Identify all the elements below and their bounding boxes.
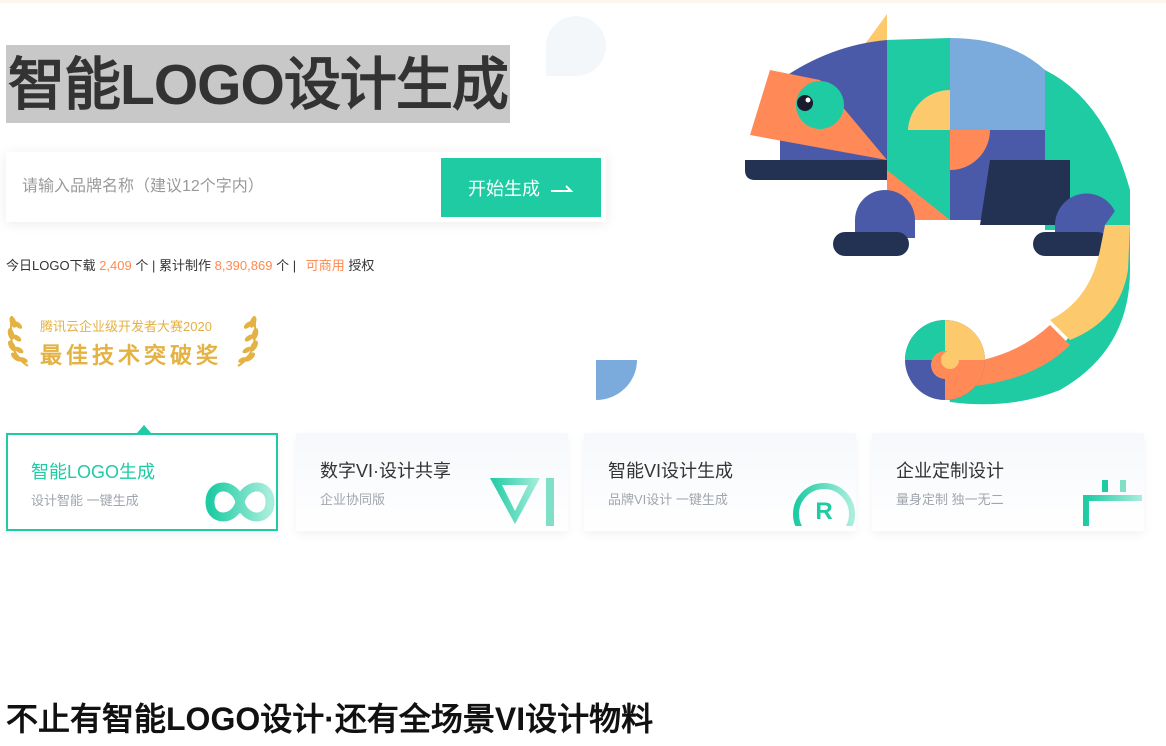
infinity-icon xyxy=(190,472,276,529)
chameleon-illustration xyxy=(740,10,1140,415)
section-title: 不止有智能LOGO设计·还有全场景VI设计物料 xyxy=(6,701,654,737)
arrow-right-icon xyxy=(550,183,574,193)
top-accent-line xyxy=(0,0,1166,3)
card-custom-design[interactable]: 企业定制设计 量身定制 独一无二 xyxy=(872,433,1144,531)
commercial-use-link[interactable]: 可商用 xyxy=(306,258,345,273)
stats-unit-1: 个 | 累计制作 xyxy=(135,258,211,273)
start-generate-button[interactable]: 开始生成 xyxy=(441,158,601,217)
card-title: 企业定制设计 xyxy=(896,461,1004,481)
decorative-quarter-circle xyxy=(596,360,638,405)
award-subtitle: 腾讯云企业级开发者大赛2020 xyxy=(40,319,212,334)
search-box: 开始生成 xyxy=(6,152,606,222)
start-generate-label: 开始生成 xyxy=(468,178,540,199)
download-label: 今日LOGO下载 xyxy=(6,258,96,273)
card-subtitle: 品牌VI设计 一键生成 xyxy=(608,492,728,507)
brand-name-input[interactable] xyxy=(6,152,426,222)
award-badge: 腾讯云企业级开发者大赛2020 最佳技术突破奖 xyxy=(6,310,266,370)
stats-unit-2: 个 | xyxy=(276,258,297,273)
card-subtitle: 量身定制 独一无二 xyxy=(896,492,1004,507)
card-title: 智能LOGO生成 xyxy=(31,462,156,482)
laurel-right-icon xyxy=(234,312,260,373)
card-smart-logo[interactable]: 智能LOGO生成 设计智能 一键生成 xyxy=(6,433,278,531)
award-title: 最佳技术突破奖 xyxy=(40,343,223,368)
card-subtitle: 设计智能 一键生成 xyxy=(31,493,139,508)
card-subtitle: 企业协同版 xyxy=(320,492,386,507)
stats-line: 今日LOGO下载 2,409 个 | 累计制作 8,390,869 个 | 可商… xyxy=(6,255,374,274)
card-title: 数字VI·设计共享 xyxy=(320,461,452,481)
card-title: 智能VI设计生成 xyxy=(608,461,734,481)
laurel-left-icon xyxy=(6,312,32,373)
page-title: 智能LOGO设计生成 xyxy=(6,45,510,123)
card-digital-vi[interactable]: 数字VI·设计共享 企业协同版 xyxy=(296,433,568,531)
registered-icon: R xyxy=(786,474,856,531)
building-icon xyxy=(1082,476,1144,531)
download-count: 2,409 xyxy=(99,258,132,273)
card-smart-vi[interactable]: 智能VI设计生成 品牌VI设计 一键生成 R xyxy=(584,433,856,531)
feature-cards: 智能LOGO生成 设计智能 一键生成 数字VI·设计共享 企业协同版 智能VI设… xyxy=(6,425,1146,543)
svg-text:R: R xyxy=(815,498,832,525)
auth-label: 授权 xyxy=(348,258,375,273)
active-card-pointer xyxy=(137,425,151,433)
decorative-shape xyxy=(546,16,606,76)
vi-letters-icon xyxy=(488,476,568,531)
total-count: 8,390,869 xyxy=(214,258,273,273)
